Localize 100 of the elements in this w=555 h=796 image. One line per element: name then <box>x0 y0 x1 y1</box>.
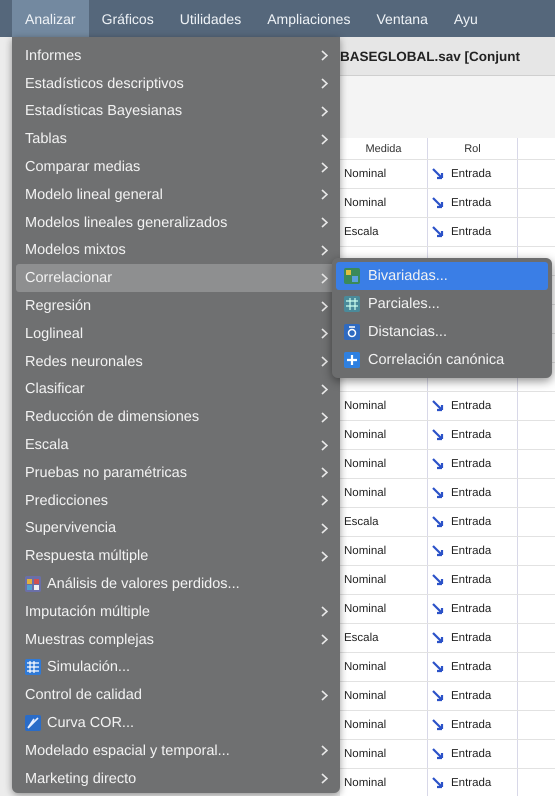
menu-item[interactable]: Simulación... <box>16 654 336 682</box>
chevron-right-icon <box>321 272 328 284</box>
arrow-icon <box>432 429 445 441</box>
arrow-icon <box>432 458 445 470</box>
menu-bar-item[interactable]: Utilidades <box>166 0 254 37</box>
menu-item-icon <box>344 296 360 312</box>
menu-item[interactable]: Bivariadas... <box>336 262 548 290</box>
menu-bar-item[interactable]: Ventana <box>363 0 441 37</box>
table-cell: Nominal <box>344 661 386 673</box>
chevron-right-icon <box>321 522 328 534</box>
table-cell: Entrada <box>451 603 492 615</box>
chevron-right-icon <box>321 78 328 90</box>
menu-item-icon <box>25 659 41 676</box>
chevron-right-icon <box>321 384 328 395</box>
arrow-icon <box>432 516 445 528</box>
menu-item[interactable]: Modelado espacial y temporal... <box>16 736 336 765</box>
menu-item[interactable]: Modelo lineal general <box>16 180 336 209</box>
table-cell: Entrada <box>451 574 492 586</box>
arrow-icon <box>432 487 445 499</box>
chevron-right-icon <box>321 356 328 368</box>
menu-item[interactable]: Escala <box>16 431 336 459</box>
arrow-icon <box>432 719 445 731</box>
table-cell: Entrada <box>451 487 492 499</box>
table-cell: Nominal <box>344 603 386 615</box>
table-cell: Entrada <box>451 226 492 238</box>
chevron-right-icon <box>321 773 328 784</box>
table-cell: Entrada <box>451 777 492 789</box>
table-cell: Nominal <box>344 487 386 499</box>
table-cell: Entrada <box>451 719 492 731</box>
menu-bar-item[interactable]: Gráficos <box>88 0 167 37</box>
chevron-right-icon <box>321 606 328 618</box>
menu-item[interactable]: Reducción de dimensiones <box>16 403 336 432</box>
menu-item[interactable]: Marketing directo <box>16 764 336 793</box>
menu-item[interactable]: Modelos mixtos <box>16 236 336 264</box>
menu-item[interactable]: Análisis de valores perdidos... <box>16 570 336 598</box>
table-cell: Entrada <box>451 458 492 470</box>
menu-item[interactable]: Tablas <box>16 125 336 154</box>
window-title: BASEGLOBAL.sav [Conjunt <box>340 48 520 64</box>
menu-item[interactable]: Informes <box>16 42 336 70</box>
menu-item[interactable]: Regresión <box>16 292 336 320</box>
menu-item-icon <box>344 268 360 284</box>
chevron-right-icon <box>321 412 328 423</box>
table-cell: Entrada <box>451 661 492 673</box>
chevron-right-icon <box>321 50 328 62</box>
table-cell: Nominal <box>344 197 386 209</box>
table-cell: Nominal <box>344 545 386 557</box>
menu-bar-item[interactable]: Ayu <box>440 0 491 37</box>
table-cell: Nominal <box>344 458 386 470</box>
chevron-right-icon <box>321 690 328 701</box>
table-cell: Nominal <box>344 719 386 731</box>
menu-item[interactable]: Parciales... <box>336 290 548 318</box>
menu-item[interactable]: Clasificar <box>16 376 336 404</box>
chevron-right-icon <box>321 244 328 256</box>
chevron-right-icon <box>321 217 328 228</box>
arrow-icon <box>432 690 445 702</box>
table-cell: Entrada <box>451 632 492 644</box>
menu-item[interactable]: Comparar medias <box>16 153 336 181</box>
menu-item[interactable]: Supervivencia <box>16 514 336 542</box>
column-header: Medida <box>365 142 402 154</box>
menu-item[interactable]: Redes neuronales <box>16 348 336 376</box>
arrow-icon <box>432 400 445 412</box>
chevron-right-icon <box>321 440 328 451</box>
table-cell: Entrada <box>451 197 492 209</box>
table-cell: Entrada <box>451 516 492 528</box>
table-cell: Entrada <box>451 545 492 557</box>
menu-item[interactable]: Pruebas no paramétricas <box>16 458 336 487</box>
arrow-icon <box>432 226 445 238</box>
chevron-right-icon <box>321 495 328 506</box>
menu-item-icon <box>25 715 41 732</box>
table-cell: Entrada <box>451 690 492 702</box>
menu-item[interactable]: Curva COR... <box>16 709 336 737</box>
menu-item[interactable]: Imputación múltiple <box>16 598 336 626</box>
menu-item[interactable]: Estadísticas Bayesianas <box>16 98 336 126</box>
arrow-icon <box>432 661 445 673</box>
table-cell: Nominal <box>344 400 386 412</box>
table-cell: Nominal <box>344 429 386 441</box>
chevron-right-icon <box>321 106 328 117</box>
table-cell: Nominal <box>344 168 386 180</box>
arrow-icon <box>432 632 445 644</box>
table-cell: Escala <box>344 632 379 644</box>
menu-bar-item[interactable]: Analizar <box>12 0 89 37</box>
menu-item[interactable]: Estadísticos descriptivos <box>16 70 336 98</box>
menu-bar-item[interactable]: Ampliaciones <box>254 0 364 37</box>
arrow-icon <box>432 603 445 615</box>
chevron-right-icon <box>321 134 328 145</box>
menu-item[interactable]: Control de calidad <box>16 681 336 710</box>
arrow-icon <box>432 777 445 789</box>
table-cell: Entrada <box>451 748 492 760</box>
menu-item[interactable]: Distancias... <box>336 318 548 346</box>
menu-item[interactable]: Muestras complejas <box>16 626 336 654</box>
menu-item[interactable]: Respuesta múltiple <box>16 542 336 570</box>
table-cell: Escala <box>344 516 379 528</box>
menu-item[interactable]: Loglineal <box>16 320 336 348</box>
menu-item[interactable]: Correlación canónica <box>336 346 548 374</box>
menu-item[interactable]: Modelos lineales generalizados <box>16 208 336 237</box>
menu-item[interactable]: Predicciones <box>16 486 336 515</box>
table-cell: Escala <box>344 226 379 238</box>
arrow-icon <box>432 574 445 586</box>
arrow-icon <box>432 545 445 557</box>
arrow-icon <box>432 168 445 180</box>
